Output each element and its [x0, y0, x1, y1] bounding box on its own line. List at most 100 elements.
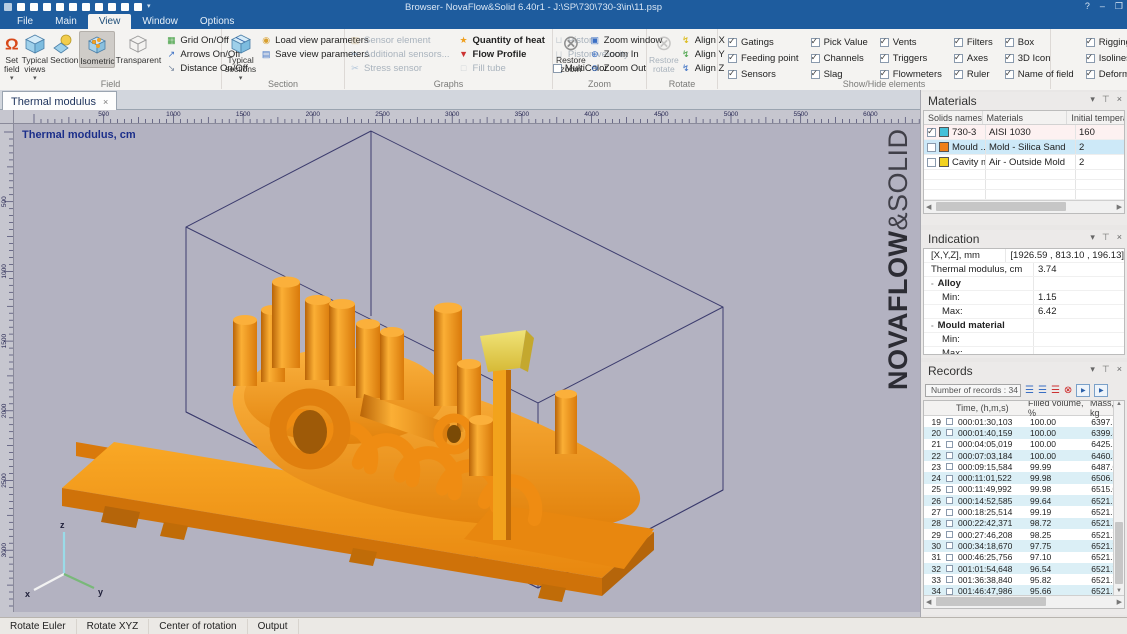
dropdown-icon[interactable]: ▾: [1090, 364, 1095, 375]
collapse-icon[interactable]: -: [931, 321, 934, 330]
record-checkbox[interactable]: [946, 542, 953, 549]
record-checkbox[interactable]: [946, 531, 953, 538]
record-row[interactable]: 26000:14:52,58599.646521.79: [924, 495, 1124, 506]
set-field-button[interactable]: Ω Set field▾: [3, 31, 21, 84]
record-row[interactable]: 29000:27:46,20898.256521.79: [924, 529, 1124, 540]
show-hide-checkbox[interactable]: Pick Value: [811, 35, 868, 50]
record-checkbox[interactable]: [946, 554, 953, 561]
pin-icon[interactable]: ⊤: [1102, 94, 1110, 105]
minimize-button[interactable]: –: [1100, 1, 1105, 12]
record-checkbox[interactable]: [946, 576, 953, 583]
record-row[interactable]: 21000:04:05,019100.006425.22: [924, 439, 1124, 450]
record-checkbox[interactable]: [946, 463, 953, 470]
record-row[interactable]: 20000:01:40,159100.006399.80: [924, 427, 1124, 438]
status-rotate-euler[interactable]: Rotate Euler: [0, 619, 77, 634]
record-checkbox[interactable]: [946, 520, 953, 527]
material-row[interactable]: 730-3AISI 1030160: [924, 125, 1124, 140]
records-h-scrollbar[interactable]: ◀▶: [924, 595, 1124, 608]
record-checkbox[interactable]: [946, 497, 953, 504]
show-hide-checkbox[interactable]: Gatings: [728, 35, 799, 50]
column-header[interactable]: Filled volume, %: [1028, 400, 1090, 418]
material-visibility-checkbox[interactable]: [927, 143, 936, 152]
material-visibility-checkbox[interactable]: [927, 128, 936, 137]
show-hide-checkbox[interactable]: Box: [1005, 35, 1074, 50]
restore-zoom-button[interactable]: ⊗ Restore zoom: [555, 31, 587, 75]
record-checkbox[interactable]: [946, 429, 953, 436]
quantity-of-heat-button[interactable]: ★Quantity of heat: [458, 35, 545, 46]
sensor-element-button[interactable]: ▥Sensor element: [349, 35, 450, 46]
menu-tab-file[interactable]: File: [6, 14, 44, 29]
close-tab-icon[interactable]: ×: [103, 97, 108, 107]
stress-sensor-button[interactable]: ✂Stress sensor: [349, 63, 450, 74]
menu-tab-options[interactable]: Options: [189, 14, 245, 29]
fill-tube-button[interactable]: □Fill tube: [458, 63, 545, 74]
record-checkbox[interactable]: [946, 452, 953, 459]
restore-button[interactable]: ❐: [1115, 1, 1123, 12]
record-checkbox[interactable]: [946, 475, 953, 482]
collapse-icon[interactable]: -: [931, 279, 934, 288]
show-hide-checkbox[interactable]: Isolines: [1086, 51, 1127, 66]
pin-icon[interactable]: ⊤: [1102, 364, 1110, 375]
column-header[interactable]: Solids names: [924, 111, 983, 124]
status-center-of-rotation[interactable]: Center of rotation: [149, 619, 247, 634]
help-button[interactable]: ?: [1085, 1, 1090, 12]
show-hide-checkbox[interactable]: Filters: [954, 35, 993, 50]
record-checkbox[interactable]: [946, 441, 953, 448]
record-row[interactable]: 28000:22:42,37198.726521.79: [924, 518, 1124, 529]
record-row[interactable]: 22000:07:03,184100.006460.33: [924, 450, 1124, 461]
close-icon[interactable]: ×: [1117, 94, 1122, 105]
scroll-left-icon[interactable]: ◀: [926, 598, 931, 606]
close-icon[interactable]: ×: [1117, 364, 1122, 375]
tab-thermal-modulus[interactable]: Thermal modulus ×: [2, 91, 117, 111]
status-rotate-xyz[interactable]: Rotate XYZ: [77, 619, 150, 634]
list-add-icon[interactable]: ☰: [1038, 385, 1047, 396]
column-header[interactable]: Time, (h,m,s): [956, 403, 1028, 413]
record-row[interactable]: 24000:11:01,52299.986506.24: [924, 472, 1124, 483]
dropdown-icon[interactable]: ▾: [1090, 232, 1095, 243]
typical-sections-button[interactable]: Typical sections▾: [224, 31, 257, 84]
isometric-button[interactable]: Isometric: [79, 31, 115, 68]
material-row[interactable]: Cavity m...Air - Outside Mold2: [924, 155, 1124, 170]
show-hide-checkbox[interactable]: Channels: [811, 51, 868, 66]
menu-tab-window[interactable]: Window: [131, 14, 189, 29]
record-checkbox[interactable]: [946, 588, 953, 595]
record-row[interactable]: 33001:36:38,84095.826521.79: [924, 574, 1124, 585]
typical-views-button[interactable]: Typical views▾: [21, 31, 49, 84]
record-row[interactable]: 32001:01:54,64896.546521.79: [924, 563, 1124, 574]
record-row[interactable]: 31000:46:25,75697.106521.79: [924, 552, 1124, 563]
show-hide-checkbox[interactable]: Rigging: [1086, 35, 1127, 50]
close-icon[interactable]: ×: [1117, 232, 1122, 243]
status-output[interactable]: Output: [248, 619, 299, 634]
record-checkbox[interactable]: [946, 486, 953, 493]
scroll-left-icon[interactable]: ◀: [926, 203, 931, 211]
scroll-down-icon[interactable]: ▼: [1116, 588, 1122, 594]
flow-profile-button[interactable]: ▼Flow Profile: [458, 49, 545, 60]
show-hide-checkbox[interactable]: Vents: [880, 35, 942, 50]
transparent-button[interactable]: Transparent: [115, 31, 161, 66]
3d-canvas[interactable]: NOVAFLOW&SOLID z x y Thermal modulus, cm: [14, 124, 920, 612]
list-remove-icon[interactable]: ☰: [1051, 385, 1060, 396]
menu-tab-main[interactable]: Main: [44, 14, 88, 29]
record-row[interactable]: 30000:34:18,67097.756521.79: [924, 540, 1124, 551]
records-v-scrollbar[interactable]: ▲ ▼: [1113, 401, 1124, 596]
record-row[interactable]: 27000:18:25,51499.196521.79: [924, 506, 1124, 517]
pin-icon[interactable]: ⊤: [1102, 232, 1110, 243]
show-hide-checkbox[interactable]: Deformed 2D-contour: [1086, 67, 1127, 82]
record-row[interactable]: 19000:01:30,103100.006397.71: [924, 416, 1124, 427]
material-visibility-checkbox[interactable]: [927, 158, 936, 167]
record-row[interactable]: 23000:09:15,58499.996487.09: [924, 461, 1124, 472]
show-hide-checkbox[interactable]: 3D Icon: [1005, 51, 1074, 66]
record-checkbox[interactable]: [946, 418, 953, 425]
section-button[interactable]: Section: [49, 31, 79, 66]
material-row[interactable]: Mould ...Mold - Silica Sand2: [924, 140, 1124, 155]
scroll-right-icon[interactable]: ▶: [1117, 598, 1122, 606]
stop-icon[interactable]: ⊗: [1064, 385, 1072, 396]
list-view-icon[interactable]: ☰: [1025, 385, 1034, 396]
show-hide-checkbox[interactable]: Triggers: [880, 51, 942, 66]
play-to-end-icon[interactable]: ▶: [1094, 384, 1108, 397]
dropdown-icon[interactable]: ▾: [1090, 94, 1095, 105]
record-checkbox[interactable]: [946, 509, 953, 516]
additional-sensors-button[interactable]: ✂Additional sensors...: [349, 49, 450, 60]
scroll-right-icon[interactable]: ▶: [1117, 203, 1122, 211]
show-hide-checkbox[interactable]: Feeding point: [728, 51, 799, 66]
